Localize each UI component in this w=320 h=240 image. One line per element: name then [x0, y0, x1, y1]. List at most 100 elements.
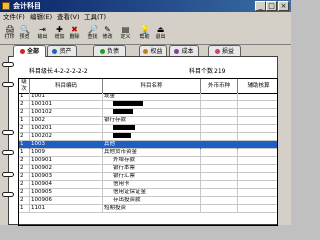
cell-currency	[201, 157, 238, 165]
tab-dot-icon	[99, 49, 105, 54]
cell-currency	[201, 133, 238, 141]
accounts-table[interactable]: 级次 科目编码 科目名称 外币币种 辅助核算 1 1001 现金 2 100101 2 10…	[18, 78, 278, 226]
exit-icon: ⏏	[156, 25, 165, 34]
code-length-label: 科目级长	[29, 68, 54, 75]
redacted-block	[113, 109, 133, 114]
cell-name: 银行存款	[103, 117, 201, 125]
close-button[interactable]: ×	[278, 1, 289, 11]
cell-currency	[201, 173, 238, 181]
table-row[interactable]: 2 100202	[19, 133, 277, 141]
tab-cost[interactable]: 成本	[169, 45, 199, 56]
delete-icon: ✖	[71, 25, 78, 34]
cell-currency	[201, 93, 238, 101]
table-row[interactable]: 2 100901 外埠存款	[19, 157, 277, 165]
table-row[interactable]: 2 100101	[19, 101, 277, 109]
tab-dot-icon	[214, 49, 220, 54]
help-icon: 💡	[140, 25, 150, 34]
account-book-panel: 科目级长 4-2-2-2-2-2 科目个数 219 级次 科目编码 科目名称 外…	[8, 56, 278, 226]
cell-name: 其他货币资金	[103, 149, 201, 157]
menu-file[interactable]: 文件(F)	[3, 13, 25, 22]
cell-currency	[201, 125, 238, 133]
cell-level: 1	[19, 149, 30, 157]
find-icon: 🔎	[88, 25, 98, 34]
cell-code: 100901	[30, 157, 103, 165]
cell-code: 100902	[30, 165, 103, 173]
cell-code: 100201	[30, 125, 103, 133]
cell-level: 2	[19, 101, 30, 109]
ring-icon	[2, 172, 14, 177]
cell-name	[103, 101, 201, 109]
tab-all[interactable]: 全部	[13, 45, 46, 57]
cell-level: 2	[19, 133, 30, 141]
cell-level: 2	[19, 109, 30, 117]
export-icon: ⇥	[39, 25, 46, 34]
ring-icon	[2, 130, 14, 135]
preview-button[interactable]: 🔍 预览	[17, 24, 32, 43]
cell-currency	[201, 165, 238, 173]
table-row[interactable]: 2 100906 存出投资款	[19, 197, 277, 205]
header-auxiliary[interactable]: 辅助核算	[238, 79, 277, 93]
redacted-block	[113, 101, 143, 106]
ring-icon	[2, 62, 14, 67]
cell-name: 外埠存款	[103, 157, 201, 165]
tab-dot-icon	[143, 49, 149, 54]
tab-liabilities[interactable]: 负债	[93, 45, 126, 56]
cell-level: 2	[19, 173, 30, 181]
cell-currency	[201, 197, 238, 205]
minimize-button[interactable]: _	[255, 1, 266, 11]
header-currency[interactable]: 外币币种	[201, 79, 238, 93]
maximize-button[interactable]: □	[266, 1, 277, 11]
table-row[interactable]: 1 1009 其他货币资金	[19, 149, 277, 157]
help-button[interactable]: 💡 帮助	[137, 24, 152, 43]
define-button[interactable]: ▤ 定义	[118, 24, 133, 43]
table-row[interactable]: 1 1002 银行存款	[19, 117, 277, 125]
table-row[interactable]: 2 100903 银行汇票	[19, 173, 277, 181]
cell-name	[103, 109, 201, 117]
redacted-block	[113, 133, 131, 138]
menu-view[interactable]: 查看(V)	[57, 13, 80, 22]
exit-button[interactable]: ⏏ 退出	[153, 24, 168, 43]
add-icon: ✚	[56, 25, 63, 34]
tab-equity[interactable]: 权益	[139, 45, 167, 56]
cell-code: 100906	[30, 197, 103, 205]
cell-level: 2	[19, 165, 30, 173]
add-button[interactable]: ✚ 增加	[52, 24, 67, 43]
edit-button[interactable]: ✎ 修改	[100, 24, 115, 43]
cell-level: 1	[19, 205, 30, 213]
delete-button[interactable]: ✖ 删除	[67, 24, 82, 43]
table-row[interactable]: 2 100102	[19, 109, 277, 117]
cell-currency	[201, 109, 238, 117]
cell-level: 1	[19, 141, 30, 149]
cell-code: 100903	[30, 173, 103, 181]
table-row[interactable]: 2 100902 银行本票	[19, 165, 277, 173]
cell-level: 2	[19, 157, 30, 165]
cell-name	[103, 125, 201, 133]
header-code[interactable]: 科目编码	[30, 79, 103, 93]
app-window: 会计科目 _ □ × 文件(F) 编辑(E) 查看(V) 工具(T) 🖨 打印 🔍…	[0, 0, 291, 226]
cell-auxiliary	[238, 189, 277, 197]
table-row[interactable]: 1 1001 现金	[19, 93, 277, 101]
cell-name	[103, 133, 201, 141]
table-row[interactable]: 2 100201	[19, 125, 277, 133]
cell-level: 1	[19, 117, 30, 125]
table-row[interactable]: 1 1003 其他	[19, 141, 277, 149]
table-row[interactable]: 2 100905 信用证保证金	[19, 189, 277, 197]
header-name[interactable]: 科目名称	[103, 79, 201, 93]
table-row[interactable]: 2 100904 信用卡	[19, 181, 277, 189]
find-button[interactable]: 🔎 查找	[85, 24, 100, 43]
edit-icon: ✎	[104, 25, 111, 34]
export-button[interactable]: ⇥ 输出	[35, 24, 50, 43]
table-row[interactable]: 1 1101 短期投资	[19, 205, 277, 213]
menu-tools[interactable]: 工具(T)	[84, 13, 106, 22]
code-length-value: 4-2-2-2-2-2	[54, 68, 88, 75]
cell-auxiliary	[238, 149, 277, 157]
tab-profit-loss[interactable]: 损益	[208, 45, 241, 56]
cell-code: 1101	[30, 205, 103, 213]
menu-edit[interactable]: 编辑(E)	[30, 13, 52, 22]
tab-dot-icon	[52, 49, 58, 54]
tab-assets[interactable]: 资产	[47, 45, 77, 56]
cell-currency	[201, 189, 238, 197]
header-level[interactable]: 级次	[19, 79, 30, 93]
cell-name: 银行本票	[103, 165, 201, 173]
print-button[interactable]: 🖨 打印	[2, 24, 17, 43]
